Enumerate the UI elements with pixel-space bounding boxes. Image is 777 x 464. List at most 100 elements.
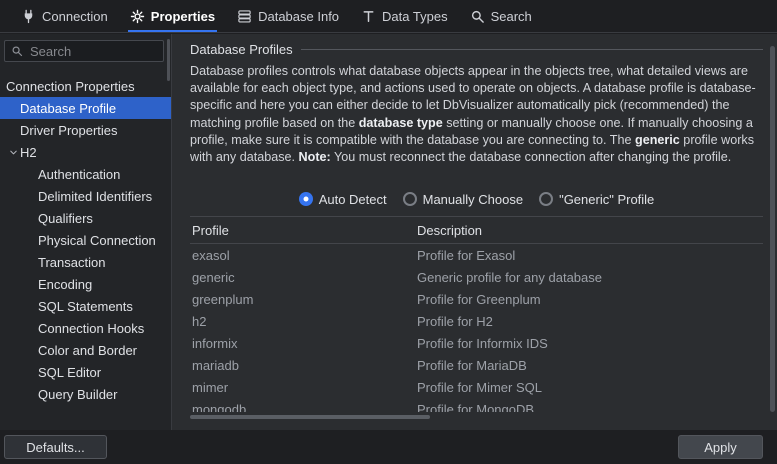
tree-item-label: Query Builder [38, 387, 117, 402]
radio-label: Auto Detect [319, 192, 387, 207]
table-row-greenplum[interactable]: greenplumProfile for Greenplum [190, 288, 763, 310]
tree-item-encoding[interactable]: Encoding [0, 273, 171, 295]
apply-button[interactable]: Apply [678, 435, 763, 459]
content-area: Connection Properties Database Profile Dri… [0, 34, 777, 430]
tree-item-label: Driver Properties [20, 123, 118, 138]
tab-bar: Connection Properties Database Info Data Ty… [0, 0, 777, 33]
main-vertical-scrollbar[interactable] [770, 46, 775, 412]
tree-item-label: Authentication [38, 167, 120, 182]
profile-cell: exasol [190, 248, 415, 263]
radio-button-icon[interactable] [299, 192, 313, 206]
description-cell: Profile for MongoDB [415, 402, 763, 413]
profiles-table: ProfileDescription exasolProfile for Exa… [190, 216, 763, 412]
tree-item-label: Qualifiers [38, 211, 93, 226]
description-cell: Profile for Exasol [415, 248, 763, 263]
profile-cell: mimer [190, 380, 415, 395]
tree-item-label: Physical Connection [38, 233, 156, 248]
properties-tree: Connection Properties Database Profile Dri… [0, 75, 171, 426]
tab-label: Data Types [382, 9, 448, 24]
radio-label: "Generic" Profile [559, 192, 654, 207]
footer-bar: Defaults... Apply [0, 430, 777, 464]
tree-item-query-builder[interactable]: Query Builder [0, 383, 171, 405]
tab-label: Properties [151, 9, 215, 24]
tree-item-label: Connection Hooks [38, 321, 144, 336]
section-description: Database profiles controls what database… [190, 63, 765, 185]
radio-button-icon[interactable] [403, 192, 417, 206]
tree-item-label: SQL Editor [38, 365, 101, 380]
tree-item-label: Transaction [38, 255, 105, 270]
tree-item-qualifiers[interactable]: Qualifiers [0, 207, 171, 229]
tree-item-label: SQL Statements [38, 299, 133, 314]
sidebar-search[interactable] [4, 40, 164, 62]
radio-generic-profile[interactable]: "Generic" Profile [539, 192, 654, 207]
description-segment: You must reconnect the database connecti… [331, 150, 731, 164]
tree-item-connection-properties[interactable]: Connection Properties [0, 75, 171, 97]
data-types-icon [361, 9, 376, 24]
profile-cell: informix [190, 336, 415, 351]
description-bold-segment: database type [359, 116, 443, 130]
main-panel: Database Profiles Database profiles cont… [172, 34, 777, 430]
description-cell: Profile for H2 [415, 314, 763, 329]
chevron-down-icon[interactable] [6, 145, 20, 159]
horizontal-scrollbar-thumb[interactable] [190, 415, 430, 419]
description-cell: Profile for Mimer SQL [415, 380, 763, 395]
tree-item-transaction[interactable]: Transaction [0, 251, 171, 273]
table-header-row: ProfileDescription [190, 217, 763, 244]
table-row-mariadb[interactable]: mariadbProfile for MariaDB [190, 354, 763, 376]
radio-auto-detect[interactable]: Auto Detect [299, 192, 387, 207]
radio-button-icon[interactable] [539, 192, 553, 206]
table-horizontal-scrollbar[interactable] [190, 415, 763, 419]
tab-database-info[interactable]: Database Info [226, 0, 350, 32]
tree-item-label: Delimited Identifiers [38, 189, 152, 204]
tree-item-connection-hooks[interactable]: Connection Hooks [0, 317, 171, 339]
search-input[interactable] [28, 43, 157, 60]
description-cell: Profile for MariaDB [415, 358, 763, 373]
tree-item-driver-properties[interactable]: Driver Properties [0, 119, 171, 141]
search-icon [11, 45, 23, 57]
description-cell: Generic profile for any database [415, 270, 763, 285]
section-header: Database Profiles [190, 40, 763, 58]
tree-item-label: Database Profile [20, 101, 116, 116]
description-bold-segment: Note: [299, 150, 331, 164]
profile-mode-radio-group: Auto Detect Manually Choose "Generic" Prof… [190, 191, 763, 207]
tree-item-color-and-border[interactable]: Color and Border [0, 339, 171, 361]
tab-search[interactable]: Search [459, 0, 543, 32]
column-header-profile[interactable]: Profile [190, 223, 415, 238]
dbvisualizer-connection-properties-window: Connection Properties Database Info Data Ty… [0, 0, 777, 464]
sidebar: Connection Properties Database Profile Dri… [0, 34, 172, 430]
description-bold-segment: generic [635, 133, 680, 147]
tab-label: Database Info [258, 9, 339, 24]
tab-properties[interactable]: Properties [119, 0, 226, 32]
tree-item-h2[interactable]: H2 [0, 141, 171, 163]
tree-item-label: H2 [20, 145, 37, 160]
tree-item-authentication[interactable]: Authentication [0, 163, 171, 185]
properties-icon [130, 9, 145, 24]
table-row-informix[interactable]: informixProfile for Informix IDS [190, 332, 763, 354]
description-cell: Profile for Greenplum [415, 292, 763, 307]
description-cell: Profile for Informix IDS [415, 336, 763, 351]
tree-item-label: Color and Border [38, 343, 137, 358]
tab-connection[interactable]: Connection [10, 0, 119, 32]
tree-item-physical-connection[interactable]: Physical Connection [0, 229, 171, 251]
column-header-description[interactable]: Description [415, 223, 763, 238]
section-title: Database Profiles [190, 42, 293, 57]
tree-item-sql-statements[interactable]: SQL Statements [0, 295, 171, 317]
tab-data-types[interactable]: Data Types [350, 0, 459, 32]
table-row-generic[interactable]: genericGeneric profile for any database [190, 266, 763, 288]
tree-item-database-profile[interactable]: Database Profile [0, 97, 171, 119]
table-row-exasol[interactable]: exasolProfile for Exasol [190, 244, 763, 266]
table-row-h2[interactable]: h2Profile for H2 [190, 310, 763, 332]
tree-item-sql-editor[interactable]: SQL Editor [0, 361, 171, 383]
tree-item-delimited-identifiers[interactable]: Delimited Identifiers [0, 185, 171, 207]
defaults-button[interactable]: Defaults... [4, 435, 107, 459]
section-divider [301, 49, 763, 50]
radio-manually-choose[interactable]: Manually Choose [403, 192, 523, 207]
table-row-mongodb[interactable]: mongodbProfile for MongoDB [190, 398, 763, 412]
profile-cell: mariadb [190, 358, 415, 373]
table-row-mimer[interactable]: mimerProfile for Mimer SQL [190, 376, 763, 398]
tab-label: Search [491, 9, 532, 24]
radio-label: Manually Choose [423, 192, 523, 207]
profile-cell: greenplum [190, 292, 415, 307]
table-body: exasolProfile for ExasolgenericGeneric p… [190, 244, 763, 412]
database-info-icon [237, 9, 252, 24]
